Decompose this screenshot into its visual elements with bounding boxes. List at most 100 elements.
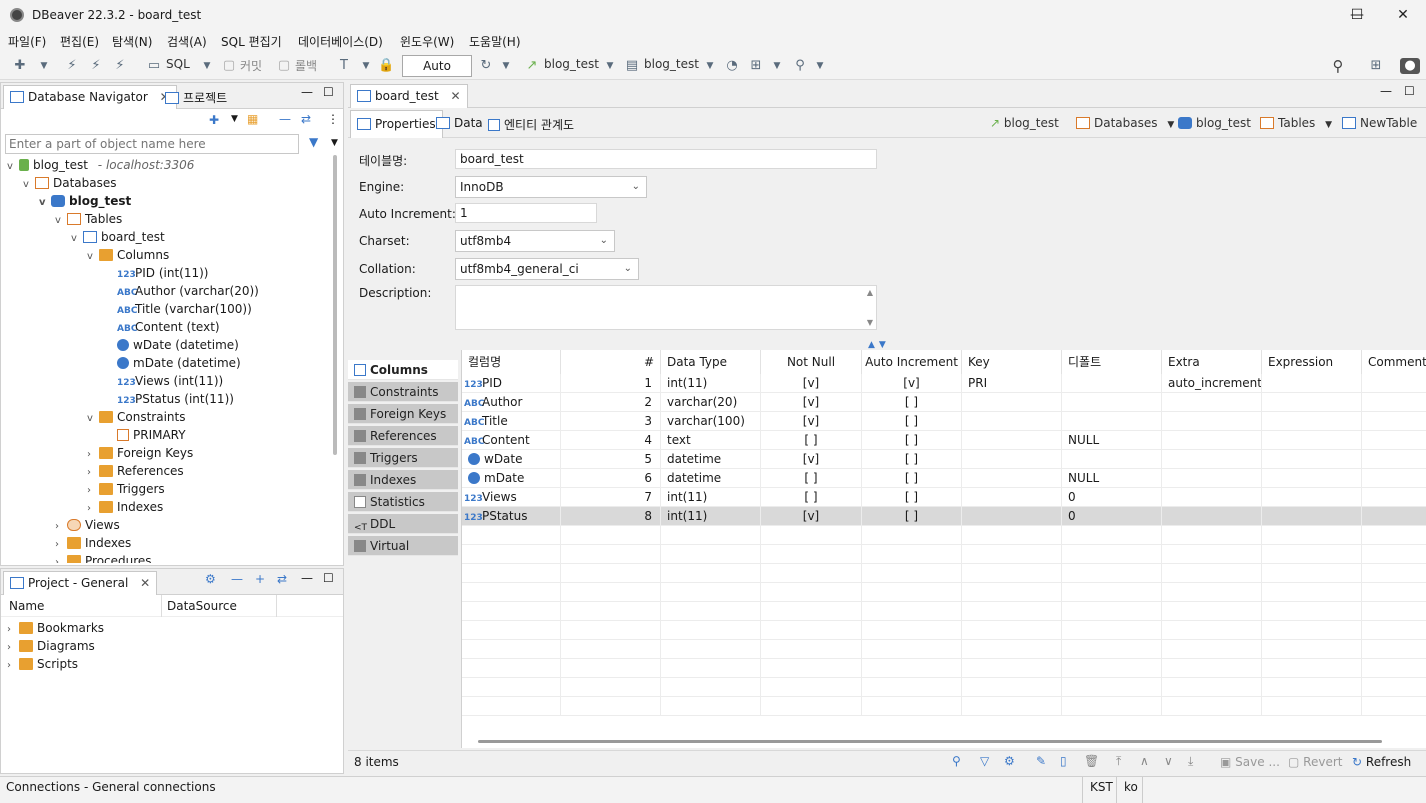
cell-default[interactable]: NULL <box>1062 431 1162 450</box>
cell-key[interactable] <box>962 564 1062 583</box>
cell-expression[interactable] <box>1262 697 1362 716</box>
cell-expression[interactable] <box>1262 374 1362 393</box>
chevron-down-icon[interactable]: v <box>55 212 67 230</box>
cell-extra[interactable] <box>1162 507 1262 526</box>
table-row[interactable]: mDate 6 datetime[ ][ ] NULL <box>462 469 1426 488</box>
menu-file[interactable]: 파일(F) <box>8 33 46 50</box>
header-comment[interactable]: Comment <box>1362 350 1426 374</box>
cell-name[interactable] <box>462 640 561 659</box>
delete-icon[interactable]: 🗑 <box>1084 754 1099 768</box>
cell-expression[interactable] <box>1262 526 1362 545</box>
cell-autoinc[interactable]: [ ] <box>862 412 962 431</box>
tab-board-test[interactable]: board_test ✕ <box>350 84 468 108</box>
filter-icon[interactable]: ▽ <box>980 754 989 768</box>
cell-expression[interactable] <box>1262 583 1362 602</box>
chevron-down-icon[interactable]: ▼ <box>769 58 785 74</box>
cell-type[interactable] <box>661 583 761 602</box>
chevron-down-icon[interactable]: ▼ <box>358 58 374 74</box>
cell-type[interactable]: varchar(20) <box>661 393 761 412</box>
cell-notnull[interactable] <box>761 621 862 640</box>
cell-key[interactable] <box>962 488 1062 507</box>
breadcrumb-database[interactable]: blog_test <box>1178 116 1251 130</box>
cell-notnull[interactable]: [ ] <box>761 431 862 450</box>
header-default[interactable]: 디폴트 <box>1062 350 1162 374</box>
maximize-panel-icon[interactable]: ☐ <box>323 571 334 585</box>
cell-comment[interactable] <box>1362 640 1426 659</box>
navigator-scrollbar[interactable] <box>333 155 337 455</box>
scroll-up-icon[interactable]: ▲ <box>867 288 873 297</box>
cell-comment[interactable] <box>1362 526 1426 545</box>
cell-extra[interactable] <box>1162 469 1262 488</box>
cell-extra[interactable] <box>1162 450 1262 469</box>
splitter-handle-icon[interactable]: ▲▼ <box>868 340 890 350</box>
dbeaver-perspective-icon[interactable]: ● <box>1400 58 1420 74</box>
table-row[interactable]: ABCTitle 3 varchar(100) [v][ ] <box>462 412 1426 431</box>
cell-notnull[interactable]: [v] <box>761 450 862 469</box>
cell-comment[interactable] <box>1362 507 1426 526</box>
cell-expression[interactable] <box>1262 488 1362 507</box>
cell-default[interactable] <box>1062 697 1162 716</box>
minimize-panel-icon[interactable]: — <box>301 571 313 585</box>
new-connection-icon[interactable]: ✚ <box>12 58 28 74</box>
history-icon[interactable]: ↻ <box>478 58 494 74</box>
cell-name[interactable]: wDate <box>462 450 561 469</box>
cell-name[interactable] <box>462 583 561 602</box>
description-textarea[interactable]: ▲ ▼ <box>455 285 877 330</box>
tree-column[interactable]: 123Views (int(11)) <box>117 372 223 390</box>
cell-key[interactable] <box>962 640 1062 659</box>
scroll-down-icon[interactable]: ▼ <box>867 318 873 327</box>
cell-notnull[interactable] <box>761 602 862 621</box>
cell-autoinc[interactable] <box>862 697 962 716</box>
sidetab-virtual[interactable]: Virtual <box>348 536 458 556</box>
chevron-down-icon[interactable]: ▼ <box>199 58 215 74</box>
menu-search[interactable]: 검색(A) <box>167 33 207 50</box>
chevron-down-icon[interactable]: v <box>39 194 51 212</box>
cell-notnull[interactable]: [v] <box>761 374 862 393</box>
cell-autoinc[interactable] <box>862 678 962 697</box>
transaction-mode-icon[interactable]: T <box>336 58 352 74</box>
sidetab-ddl[interactable]: <T DDL <box>348 514 458 534</box>
disconnect-icon[interactable]: ⚡ <box>112 58 128 74</box>
cell-type[interactable] <box>661 640 761 659</box>
cell-autoinc[interactable] <box>862 564 962 583</box>
tree-table[interactable]: v board_test <box>71 228 165 246</box>
menu-window[interactable]: 윈도우(W) <box>400 33 454 50</box>
more-options-icon[interactable]: ⋮ <box>327 112 339 126</box>
move-top-icon[interactable]: ⤒ <box>1116 754 1121 769</box>
new-connection-icon[interactable]: ✚ <box>209 113 219 127</box>
cell-name[interactable] <box>462 678 561 697</box>
cell-expression[interactable] <box>1262 469 1362 488</box>
cell-name[interactable]: 123Views <box>462 488 561 507</box>
cell-autoinc[interactable] <box>862 545 962 564</box>
link-icon[interactable]: ⇄ <box>277 572 287 586</box>
search-icon[interactable]: ⚲ <box>952 754 961 768</box>
menu-sql-editor[interactable]: SQL 편집기 <box>221 33 282 50</box>
cell-num[interactable] <box>561 678 661 697</box>
table-row[interactable]: 123PID 1 int(11) [v] [v] PRI auto_increment <box>462 374 1426 393</box>
cell-default[interactable] <box>1062 450 1162 469</box>
cell-comment[interactable] <box>1362 412 1426 431</box>
tab-project-general[interactable]: Project - General ✕ <box>3 571 158 595</box>
cell-key[interactable] <box>962 412 1062 431</box>
project-item-bookmarks[interactable]: › Bookmarks <box>7 619 104 637</box>
table-row[interactable]: 123Views 7 int(11)[ ][ ] 0 <box>462 488 1426 507</box>
menu-help[interactable]: 도움말(H) <box>469 33 521 50</box>
cell-key[interactable] <box>962 469 1062 488</box>
cell-type[interactable]: int(11) <box>661 374 761 393</box>
cell-default[interactable] <box>1062 583 1162 602</box>
charset-select[interactable]: utf8mb4 ⌄ <box>455 230 615 252</box>
cell-key[interactable] <box>962 602 1062 621</box>
cell-comment[interactable] <box>1362 621 1426 640</box>
tree-databases[interactable]: v Databases <box>23 174 117 192</box>
maximize-button[interactable]: ☐ <box>1334 0 1380 30</box>
cell-num[interactable] <box>561 526 661 545</box>
active-datasource-selector[interactable]: blog_test <box>544 57 599 71</box>
engine-select[interactable]: InnoDB ⌄ <box>455 176 647 198</box>
cell-name[interactable] <box>462 602 561 621</box>
collation-select[interactable]: utf8mb4_general_ci ⌄ <box>455 258 639 280</box>
tab-project[interactable]: 프로젝트 <box>159 85 233 109</box>
cell-expression[interactable] <box>1262 678 1362 697</box>
chevron-down-icon[interactable]: ▼ <box>1167 120 1174 130</box>
chevron-down-icon[interactable]: ▼ <box>812 58 828 74</box>
cell-extra[interactable] <box>1162 526 1262 545</box>
